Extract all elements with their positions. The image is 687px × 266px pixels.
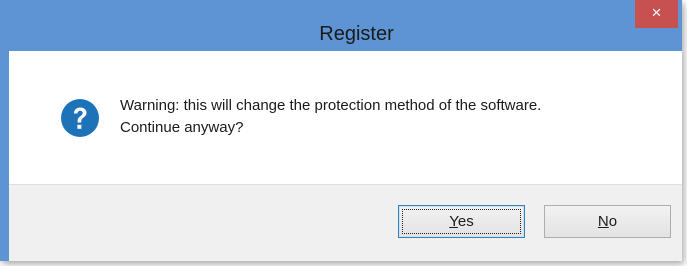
no-button[interactable]: No <box>544 205 671 238</box>
no-accel-key: N <box>597 213 609 230</box>
yes-button[interactable]: Yes <box>398 205 525 238</box>
message-area: Warning: this will change the protection… <box>9 51 682 184</box>
yes-accel-key: Y <box>449 213 458 230</box>
close-button[interactable]: × <box>635 0 678 28</box>
screen: Register × Warning: this will change the… <box>0 0 687 266</box>
no-label-rest: o <box>608 213 618 230</box>
close-icon: × <box>651 3 662 22</box>
question-icon <box>61 99 99 137</box>
register-dialog: Register × Warning: this will change the… <box>0 0 682 261</box>
message-line-1: Warning: this will change the protection… <box>120 97 542 114</box>
message-text: Warning: this will change the protection… <box>120 95 541 139</box>
yes-label-rest: es <box>457 213 474 230</box>
title-bar[interactable]: Register × <box>9 0 682 51</box>
window-title: Register <box>319 23 394 45</box>
button-bar: Yes No <box>9 184 682 261</box>
message-line-2: Continue anyway? <box>120 119 244 136</box>
